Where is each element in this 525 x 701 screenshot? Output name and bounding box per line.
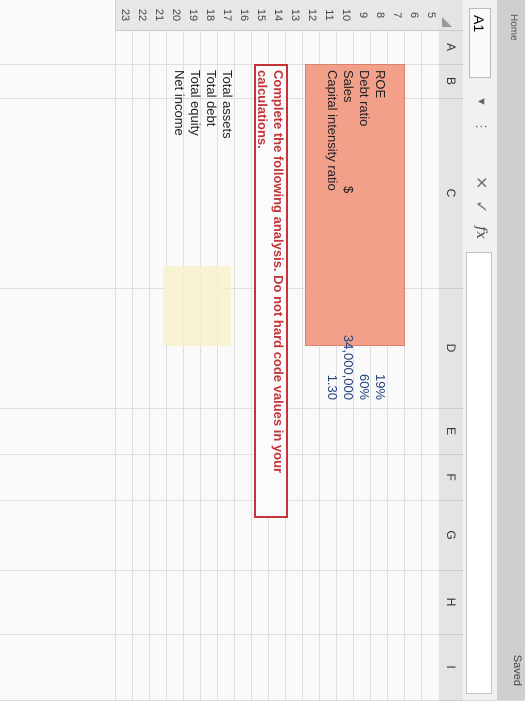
name-box[interactable]: A1 <box>469 8 491 78</box>
row-header-11[interactable]: 11 <box>319 0 337 31</box>
cell-c17-total-assets-label[interactable]: Total assets <box>220 70 235 139</box>
instruction-box[interactable]: Complete the following analysis. Do not … <box>254 64 288 518</box>
chevron-down-icon[interactable]: ▼ <box>475 96 487 107</box>
row-header-6[interactable]: 6 <box>404 0 422 31</box>
row-header-12[interactable]: 12 <box>302 0 320 31</box>
ribbon-tab-home[interactable]: Home <box>508 14 519 41</box>
cell-c8-roe-label[interactable]: ROE <box>373 70 388 98</box>
cell-d8-roe-value[interactable]: 19% <box>373 300 388 400</box>
gridline <box>0 454 439 455</box>
gridline <box>421 30 422 700</box>
cell-c9-debt-ratio-label[interactable]: Debt ratio <box>357 70 372 126</box>
instruction-line-2: calculations. <box>255 70 270 149</box>
cell-d9-debt-ratio-value[interactable]: 60% <box>357 300 372 400</box>
row-header-18[interactable]: 18 <box>200 0 218 31</box>
column-headers: A B C D E F G H I <box>438 0 463 701</box>
cell-grid: 5 6 7 8 9 10 11 12 13 14 15 16 17 18 19 … <box>0 0 439 700</box>
cell-d11-capital-intensity-value[interactable]: 1.30 <box>325 300 340 400</box>
more-options-icon[interactable]: ⋮ <box>473 120 489 133</box>
row-header-15[interactable]: 15 <box>251 0 269 31</box>
formula-bar: A1 ▼ ⋮ ✕ ✓ fx <box>462 0 497 700</box>
function-icon[interactable]: fx <box>473 226 489 239</box>
row-header-5[interactable]: 5 <box>421 0 439 31</box>
row-header-20[interactable]: 20 <box>166 0 184 31</box>
cancel-icon[interactable]: ✕ <box>471 176 491 189</box>
column-header-a[interactable]: A <box>439 30 463 65</box>
column-header-h[interactable]: H <box>439 570 463 635</box>
gridline <box>0 634 439 635</box>
select-all-button[interactable] <box>439 0 463 31</box>
column-header-e[interactable]: E <box>439 408 463 455</box>
answer-input-cells[interactable] <box>163 266 231 346</box>
column-header-c[interactable]: C <box>439 98 463 289</box>
saved-status: Saved <box>511 654 523 686</box>
spreadsheet-window: Home Saved A1 ▼ ⋮ ✕ ✓ fx A B C D E F G H… <box>0 0 525 701</box>
gridline <box>149 30 150 700</box>
cell-c19-total-equity-label[interactable]: Total equity <box>188 70 203 136</box>
row-header-14[interactable]: 14 <box>268 0 286 31</box>
row-header-16[interactable]: 16 <box>234 0 252 31</box>
row-header-13[interactable]: 13 <box>285 0 303 31</box>
cell-c18-total-debt-label[interactable]: Total debt <box>204 70 219 126</box>
cell-d10-sales-value[interactable]: 34,000,000 <box>341 300 356 400</box>
column-header-d[interactable]: D <box>439 288 463 409</box>
cell-c11-capital-intensity-label[interactable]: Capital intensity ratio <box>325 70 340 191</box>
row-header-23[interactable]: 23 <box>115 0 133 31</box>
row-header-10[interactable]: 10 <box>336 0 354 31</box>
row-header-21[interactable]: 21 <box>149 0 167 31</box>
gridline <box>302 30 303 700</box>
gridline <box>0 408 439 409</box>
column-header-f[interactable]: F <box>439 454 463 501</box>
instruction-text: Complete the following analysis. Do not … <box>254 70 286 473</box>
title-bar: Home Saved <box>496 0 525 700</box>
column-header-b[interactable]: B <box>439 64 463 99</box>
gridline <box>0 500 439 501</box>
row-header-9[interactable]: 9 <box>353 0 371 31</box>
gridline <box>115 30 116 700</box>
gridline <box>217 30 218 700</box>
column-header-i[interactable]: I <box>439 634 463 701</box>
gridline <box>166 30 167 700</box>
row-header-19[interactable]: 19 <box>183 0 201 31</box>
gridline <box>0 570 439 571</box>
row-header-7[interactable]: 7 <box>387 0 405 31</box>
cell-c20-net-income-label[interactable]: Net income <box>172 70 187 136</box>
sales-currency-symbol: $ <box>341 186 356 194</box>
column-header-g[interactable]: G <box>439 500 463 571</box>
row-header-8[interactable]: 8 <box>370 0 388 31</box>
formula-input[interactable] <box>466 252 492 694</box>
instruction-line-1: Complete the following analysis. Do not … <box>271 70 286 474</box>
row-header-17[interactable]: 17 <box>217 0 235 31</box>
cell-c10-sales-label[interactable]: Sales <box>341 70 356 103</box>
gridline <box>251 30 252 700</box>
gridline <box>132 30 133 700</box>
row-header-22[interactable]: 22 <box>132 0 150 31</box>
confirm-icon[interactable]: ✓ <box>471 200 491 213</box>
